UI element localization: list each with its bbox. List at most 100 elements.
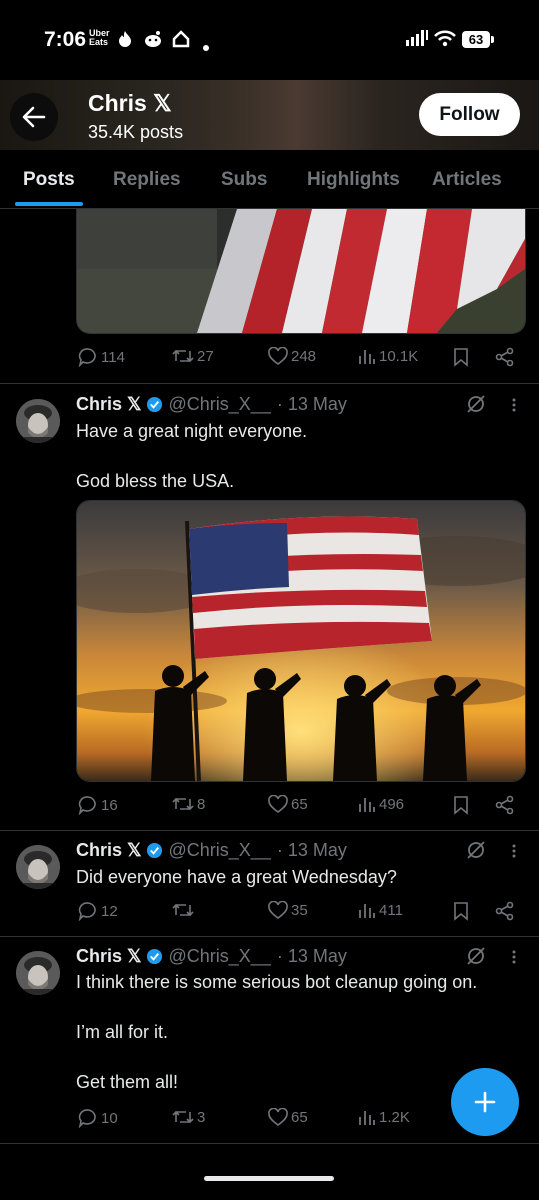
views-button[interactable]: 10.1K <box>358 347 418 365</box>
post-actions: 114 27 248 10.1K <box>76 347 524 371</box>
tweet-date: · 13 May <box>276 840 347 860</box>
author-handle[interactable]: @Chris_X__ <box>169 394 271 415</box>
signal-icon <box>406 30 428 51</box>
repost-button[interactable] <box>172 901 197 919</box>
views-count: 411 <box>379 901 403 919</box>
share-icon <box>495 795 514 815</box>
repost-button[interactable]: 27 <box>172 347 214 365</box>
repost-count: 3 <box>197 1108 206 1126</box>
notification-dot-icon <box>203 36 209 56</box>
bookmark-icon <box>454 902 468 921</box>
follow-button[interactable]: Follow <box>419 93 520 136</box>
reply-icon <box>78 796 96 815</box>
tab-posts[interactable]: Posts <box>23 169 75 191</box>
reply-button[interactable]: 114 <box>78 347 125 367</box>
arrow-left-icon <box>22 106 46 128</box>
more-options-icon[interactable] <box>506 949 522 965</box>
like-button[interactable]: 65 <box>268 795 308 813</box>
like-count: 65 <box>291 1108 308 1126</box>
views-count: 10.1K <box>379 347 419 365</box>
grok-icon[interactable] <box>465 839 487 861</box>
plus-icon <box>474 1091 496 1113</box>
profile-tabs: Posts Replies Subs Highlights Articles <box>0 150 539 209</box>
compose-post-button[interactable] <box>451 1068 519 1136</box>
repost-icon <box>172 903 194 917</box>
home-indicator[interactable] <box>204 1176 334 1181</box>
avatar[interactable] <box>16 845 60 889</box>
reply-button[interactable]: 10 <box>78 1108 118 1128</box>
repost-count: 8 <box>197 795 206 813</box>
bookmark-button[interactable] <box>453 795 469 815</box>
author-name[interactable]: Chris 𝕏 <box>76 946 142 967</box>
views-button[interactable]: 411 <box>358 901 403 919</box>
more-options-icon[interactable] <box>506 843 522 859</box>
views-count: 496 <box>379 795 405 813</box>
verified-badge-icon <box>146 842 162 859</box>
grok-icon[interactable] <box>465 393 487 415</box>
share-button[interactable] <box>495 901 515 921</box>
grok-icon[interactable] <box>465 945 487 967</box>
tab-replies[interactable]: Replies <box>113 169 181 191</box>
tab-highlights[interactable]: Highlights <box>307 169 400 191</box>
views-icon <box>359 1111 375 1125</box>
verified-badge-icon <box>146 396 162 413</box>
author-name[interactable]: Chris 𝕏 <box>76 394 142 415</box>
post-divider <box>0 830 539 831</box>
tweet-actions: 12 35 411 <box>76 901 524 925</box>
bookmark-button[interactable] <box>453 901 469 921</box>
share-icon <box>495 901 514 921</box>
post-image-soldiers-saluting-flag[interactable] <box>76 500 526 782</box>
author-name[interactable]: Chris 𝕏 <box>76 840 142 861</box>
tab-articles[interactable]: Articles <box>432 169 502 191</box>
reply-button[interactable]: 12 <box>78 901 118 921</box>
share-button[interactable] <box>495 347 515 367</box>
repost-button[interactable]: 3 <box>172 1108 205 1126</box>
home-icon <box>172 30 190 53</box>
wifi-icon <box>434 30 456 52</box>
profile-header: Chris 𝕏 35.4K posts Follow <box>0 80 539 150</box>
views-button[interactable]: 1.2K <box>358 1108 410 1126</box>
reply-button[interactable]: 16 <box>78 795 118 815</box>
like-button[interactable]: 35 <box>268 901 308 919</box>
back-button[interactable] <box>10 93 58 141</box>
tweet-text: Did everyone have a great Wednesday? <box>76 865 397 890</box>
repost-icon <box>172 797 194 811</box>
avatar[interactable] <box>16 399 60 443</box>
tweet-header: Chris 𝕏 @Chris_X__ · 13 May <box>76 946 347 967</box>
tweet-actions: 16 8 65 496 <box>76 795 524 819</box>
like-button[interactable]: 248 <box>268 347 316 365</box>
uber-eats-icon: Uber Eats <box>89 28 110 47</box>
like-count: 248 <box>291 347 317 365</box>
bookmark-button[interactable] <box>453 347 469 367</box>
like-button[interactable]: 65 <box>268 1108 308 1126</box>
share-icon <box>495 347 514 367</box>
status-time: 7:06 <box>44 28 87 51</box>
post-divider <box>0 936 539 937</box>
reply-icon <box>78 902 96 921</box>
tweet-line <box>76 1045 477 1070</box>
flame-icon <box>118 30 132 53</box>
post-divider <box>0 383 539 384</box>
repost-button[interactable]: 8 <box>172 795 205 813</box>
avatar[interactable] <box>16 951 60 995</box>
post-image-flag-closeup[interactable] <box>76 209 526 334</box>
tweet-header: Chris 𝕏 @Chris_X__ · 13 May <box>76 394 347 415</box>
heart-icon <box>268 795 288 813</box>
tweet-line <box>76 995 477 1020</box>
views-button[interactable]: 496 <box>358 795 404 813</box>
views-icon <box>359 904 375 918</box>
tweet-line: God bless the USA. <box>76 471 235 491</box>
bookmark-icon <box>454 796 468 815</box>
posts-count: 35.4K posts <box>88 122 184 142</box>
tab-subs[interactable]: Subs <box>221 169 267 191</box>
status-bar: 7:06 Uber Eats 63 <box>0 0 539 80</box>
tweet-text: Have a great night everyone. God bless t… <box>76 419 307 494</box>
author-handle[interactable]: @Chris_X__ <box>169 840 271 861</box>
heart-icon <box>268 901 288 919</box>
more-options-icon[interactable] <box>506 397 522 413</box>
author-handle[interactable]: @Chris_X__ <box>169 946 271 967</box>
tweet-line <box>76 444 307 469</box>
share-button[interactable] <box>495 795 515 815</box>
bookmark-icon <box>454 348 468 367</box>
heart-icon <box>268 1108 288 1126</box>
